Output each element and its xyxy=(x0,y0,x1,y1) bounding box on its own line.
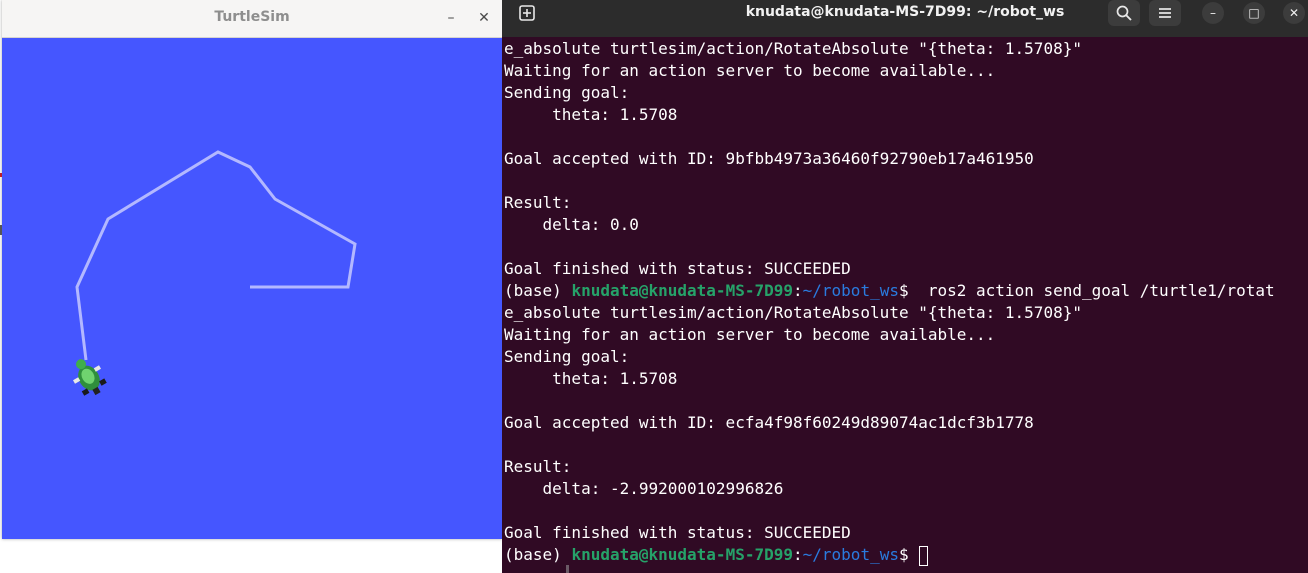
close-button[interactable]: ✕ xyxy=(474,8,494,28)
prompt-base: (base) xyxy=(504,545,572,564)
terminal-output-line: Goal finished with status: SUCCEEDED xyxy=(504,523,851,542)
terminal-output-line: theta: 1.5708 xyxy=(504,105,678,124)
turtlesim-window: TurtleSim – ✕ xyxy=(2,0,502,539)
terminal-output-line: delta: 0.0 xyxy=(504,215,639,234)
prompt-user: knudata@knudata-MS-7D99 xyxy=(571,281,793,300)
menu-button[interactable] xyxy=(1149,0,1181,26)
window-edge-marks xyxy=(0,170,2,240)
terminal-output-line: Goal accepted with ID: 9bfbb4973a36460f9… xyxy=(504,149,1034,168)
terminal-output-line: Sending goal: xyxy=(504,83,630,102)
minimize-button[interactable]: – xyxy=(441,8,461,28)
terminal-output-line: theta: 1.5708 xyxy=(504,369,678,388)
terminal-output-line: Goal finished with status: SUCCEEDED xyxy=(504,259,851,278)
prompt-colon: : xyxy=(793,545,803,564)
prompt-dollar: $ xyxy=(898,545,919,564)
hamburger-menu-icon xyxy=(1159,8,1171,18)
terminal-output-line: Result: xyxy=(504,193,572,212)
terminal-prompt-line: (base) knudata@knudata-MS-7D99:~/robot_w… xyxy=(504,544,1308,566)
prompt-path: ~/robot_ws xyxy=(802,281,899,300)
turtlesim-titlebar[interactable]: TurtleSim – ✕ xyxy=(2,0,502,38)
search-icon xyxy=(1116,5,1132,21)
turtlesim-title: TurtleSim xyxy=(214,9,290,25)
turtle-path-drawing xyxy=(73,150,357,396)
terminal-output-line: Waiting for an action server to become a… xyxy=(504,325,996,344)
terminal-output-line: Result: xyxy=(504,457,572,476)
terminal-scrollbar[interactable] xyxy=(566,565,569,573)
terminal-maximize-button[interactable]: □ xyxy=(1243,2,1265,24)
terminal-window: knudata@knudata-MS-7D99: ~/robot_ws – □ … xyxy=(502,0,1308,573)
terminal-prompt-line: (base) knudata@knudata-MS-7D99:~/robot_w… xyxy=(504,280,1308,302)
search-button[interactable] xyxy=(1108,0,1140,26)
terminal-title: knudata@knudata-MS-7D99: ~/robot_ws xyxy=(745,4,1065,20)
terminal-output-line: e_absolute turtlesim/action/RotateAbsolu… xyxy=(504,303,1082,322)
terminal-output[interactable]: e_absolute turtlesim/action/RotateAbsolu… xyxy=(504,38,1308,573)
terminal-close-button[interactable]: ✕ xyxy=(1283,2,1305,24)
terminal-cursor xyxy=(919,545,929,566)
prompt-command: ros2 action send_goal /turtle1/rotat xyxy=(918,281,1275,300)
terminal-output-line: e_absolute turtlesim/action/RotateAbsolu… xyxy=(504,39,1082,58)
prompt-path: ~/robot_ws xyxy=(802,545,899,564)
terminal-output-line: Waiting for an action server to become a… xyxy=(504,61,996,80)
turtlesim-canvas xyxy=(2,38,502,539)
prompt-dollar: $ xyxy=(898,281,919,300)
turtle-trail xyxy=(75,150,357,361)
turtle-icon xyxy=(73,359,107,396)
prompt-colon: : xyxy=(793,281,803,300)
terminal-headerbar[interactable]: knudata@knudata-MS-7D99: ~/robot_ws – □ … xyxy=(502,0,1308,37)
terminal-output-line: Goal accepted with ID: ecfa4f98f60249d89… xyxy=(504,413,1034,432)
terminal-output-line: Sending goal: xyxy=(504,347,630,366)
terminal-minimize-button[interactable]: – xyxy=(1202,2,1224,24)
terminal-output-line: delta: -2.992000102996826 xyxy=(504,479,784,498)
prompt-user: knudata@knudata-MS-7D99 xyxy=(571,545,793,564)
prompt-base: (base) xyxy=(504,281,572,300)
